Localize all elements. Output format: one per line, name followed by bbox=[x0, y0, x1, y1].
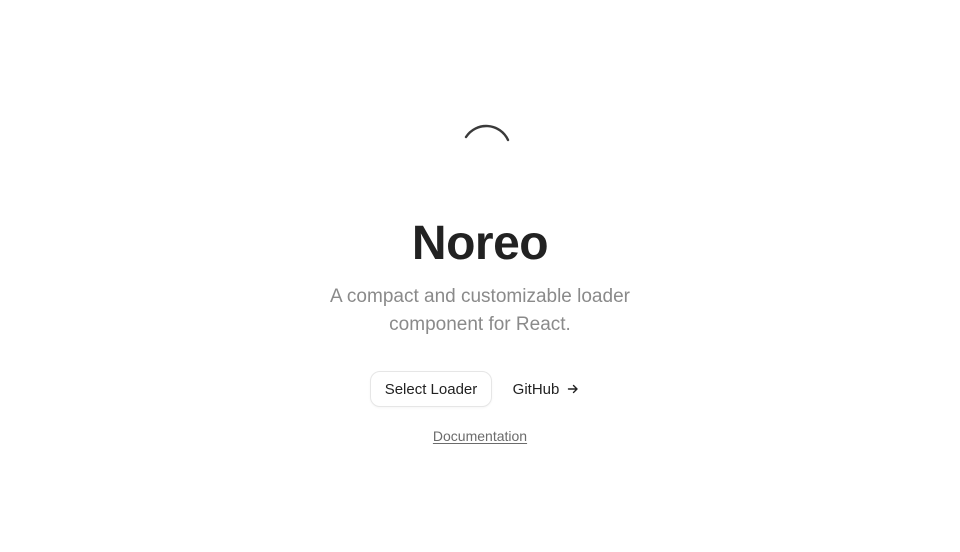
page-subtitle: A compact and customizable loader compon… bbox=[330, 286, 630, 335]
documentation-link[interactable]: Documentation bbox=[433, 428, 527, 444]
select-loader-button[interactable]: Select Loader bbox=[370, 371, 492, 407]
documentation-link-container: Documentation bbox=[0, 427, 960, 445]
github-button[interactable]: GitHub bbox=[502, 371, 590, 407]
spinner-arc-icon bbox=[464, 124, 510, 142]
action-bar: Select Loader GitHub bbox=[0, 371, 960, 407]
page-title: Noreo bbox=[411, 217, 549, 270]
select-loader-label: Select Loader bbox=[384, 380, 478, 398]
arrow-right-icon bbox=[568, 384, 579, 394]
github-label: GitHub bbox=[512, 380, 560, 398]
